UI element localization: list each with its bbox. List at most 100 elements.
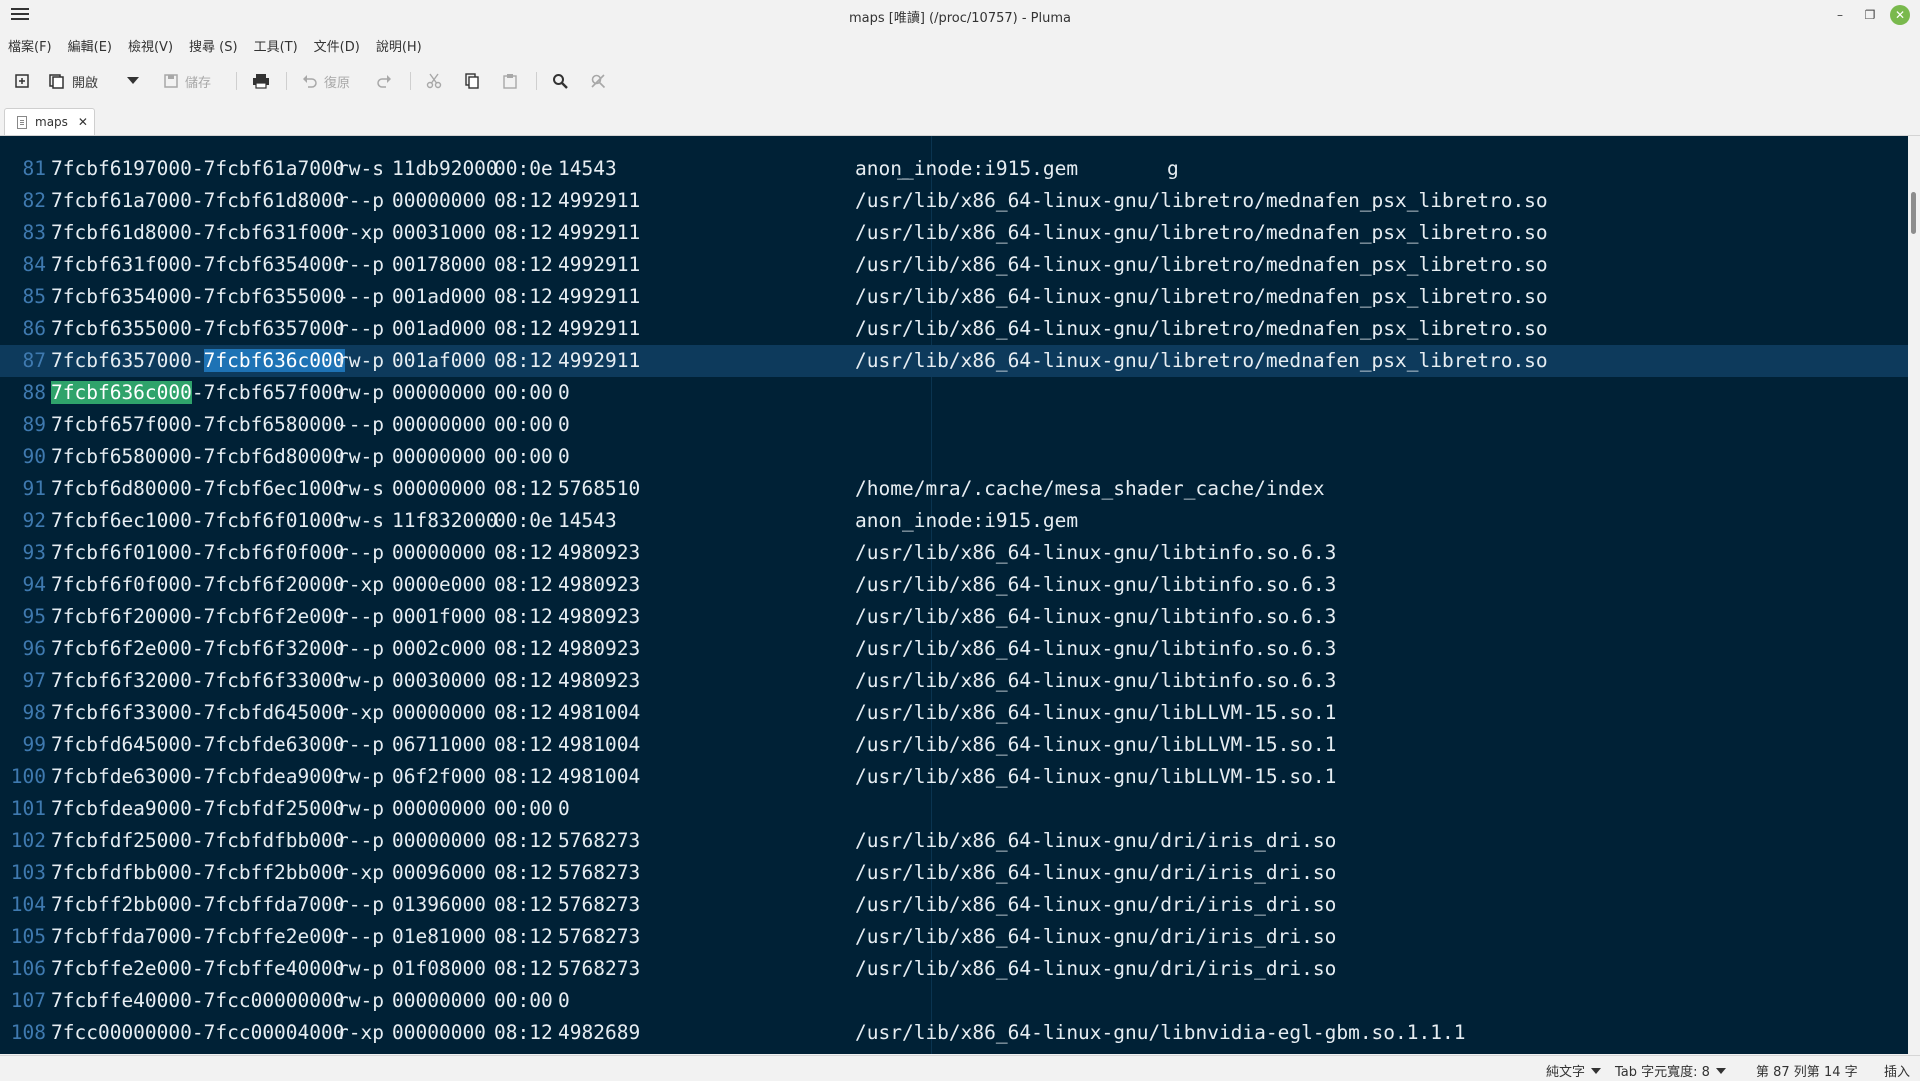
editor-line[interactable]: 103 7fcbfdfbb000-7fcbff2bb000 r-xp 00096000… xyxy=(0,857,1908,889)
editor-line[interactable]: 81 7fcbf6197000-7fcbf61a7000 rw-s 11db92000… xyxy=(0,153,1908,185)
permissions: ---p xyxy=(337,1049,384,1054)
vertical-scrollbar[interactable] xyxy=(1908,136,1920,1054)
line-number: 98 xyxy=(22,701,46,724)
device: 08:12 xyxy=(494,1021,553,1044)
device: 08:12 xyxy=(494,669,553,692)
permissions: r--p xyxy=(337,605,384,628)
editor-line[interactable]: 90 7fcbf6580000-7fcbf6d80000 rw-p 00000000 0… xyxy=(0,441,1908,473)
offset: 01f08000 xyxy=(392,957,486,980)
cut-button[interactable] xyxy=(426,69,442,93)
address-range: 7fcbf631f000-7fcbf6354000 xyxy=(51,253,345,276)
offset: 00000000 xyxy=(392,541,486,564)
minimize-icon[interactable]: – xyxy=(1830,5,1850,25)
new-document-icon xyxy=(15,74,29,88)
paste-button[interactable] xyxy=(502,69,518,93)
editor-line[interactable]: 102 7fcbfdf25000-7fcbfdfbb000 r--p 00000000… xyxy=(0,825,1908,857)
line-number: 109 xyxy=(0,1049,46,1054)
find-replace-button[interactable] xyxy=(590,69,606,93)
mapped-path: /usr/lib/x86_64-linux-gnu/dri/iris_dri.s… xyxy=(855,829,1337,852)
menu-edit[interactable]: 編輯(E) xyxy=(60,34,120,56)
tab-width-selector[interactable]: Tab 字元寬度: 8 xyxy=(1615,1061,1726,1080)
editor-line[interactable]: 108 7fcc00000000-7fcc00004000 r-xp 00000000… xyxy=(0,1017,1908,1049)
editor-line[interactable]: 82 7fcbf61a7000-7fcbf61d8000 r--p 00000000 0… xyxy=(0,185,1908,217)
device: 08:12 xyxy=(494,829,553,852)
editor-line[interactable]: 109 7fcc00004000-7fcc00204000---p 00004000… xyxy=(0,1049,1908,1054)
toolbar-separator xyxy=(536,72,537,90)
editor-line[interactable]: 98 7fcbf6f33000-7fcbfd645000 r-xp 00000000 0… xyxy=(0,697,1908,729)
editor-line[interactable]: 100 7fcbfde63000-7fcbfdea9000 rw-p 06f2f000… xyxy=(0,761,1908,793)
cut-icon xyxy=(426,73,442,89)
undo-label: 復原 xyxy=(324,75,351,91)
find-button[interactable] xyxy=(552,69,568,93)
permissions: r--p xyxy=(337,541,384,564)
editor-line[interactable]: 89 7fcbf657f000-7fcbf6580000 ---p 00000000 0… xyxy=(0,409,1908,441)
save-button[interactable]: 儲存 xyxy=(163,69,211,93)
offset: 11f832000 xyxy=(392,509,498,532)
device: 00:0e xyxy=(494,157,553,180)
editor-line[interactable]: 105 7fcbffda7000-7fcbffe2e000 r--p 01e81000… xyxy=(0,921,1908,953)
redo-button[interactable] xyxy=(376,69,392,93)
editor-line[interactable]: 86 7fcbf6355000-7fcbf6357000 r--p 001ad000 0… xyxy=(0,313,1908,345)
editor-line[interactable]: 93 7fcbf6f01000-7fcbf6f0f000 r--p 00000000 0… xyxy=(0,537,1908,569)
mapped-path: /usr/lib/x86_64-linux-gnu/libLLVM-15.so.… xyxy=(855,701,1337,724)
editor-line[interactable]: 88 7fcbf636c000-7fcbf657f000 rw-p 00000000 0… xyxy=(0,377,1908,409)
editor-line[interactable]: 84 7fcbf631f000-7fcbf6354000 r--p 00178000 0… xyxy=(0,249,1908,281)
address-range: 7fcbf6580000-7fcbf6d80000 xyxy=(51,445,345,468)
editor-line[interactable]: 107 7fcbffe40000-7fcc00000000 rw-p 00000000… xyxy=(0,985,1908,1017)
menu-documents[interactable]: 文件(D) xyxy=(306,34,368,56)
print-button[interactable] xyxy=(252,69,270,93)
language-selector[interactable]: 純文字 xyxy=(1546,1061,1602,1080)
editor-line[interactable]: 106 7fcbffe2e000-7fcbffe40000 rw-p 01f08000… xyxy=(0,953,1908,985)
restore-icon[interactable]: ❐ xyxy=(1860,5,1880,25)
address-range: 7fcbf6355000-7fcbf6357000 xyxy=(51,317,345,340)
line-number: 94 xyxy=(22,573,46,596)
offset: 00000000 xyxy=(392,829,486,852)
editor-line[interactable]: 95 7fcbf6f20000-7fcbf6f2e000 r--p 0001f000 0… xyxy=(0,601,1908,633)
scrollbar-thumb[interactable] xyxy=(1911,192,1916,234)
copy-button[interactable] xyxy=(464,69,480,93)
editor-line[interactable]: 91 7fcbf6d80000-7fcbf6ec1000 rw-s 00000000 0… xyxy=(0,473,1908,505)
address-range: 7fcbfd645000-7fcbfde63000 xyxy=(51,733,345,756)
inode: 4992911 xyxy=(558,285,641,308)
close-tab-icon[interactable]: ✕ xyxy=(78,115,88,129)
editor-line[interactable]: 96 7fcbf6f2e000-7fcbf6f32000 r--p 0002c000 0… xyxy=(0,633,1908,665)
offset: 01e81000 xyxy=(392,925,486,948)
menu-view[interactable]: 檢視(V) xyxy=(120,34,181,56)
line-number: 91 xyxy=(22,477,46,500)
editor-line[interactable]: 87 7fcbf6357000-7fcbf636c000 rw-p 001af000 0… xyxy=(0,345,1908,377)
device: 08:12 xyxy=(494,925,553,948)
undo-button[interactable]: 復原 xyxy=(302,69,350,93)
toolbar-separator xyxy=(286,72,287,90)
close-icon[interactable]: ✕ xyxy=(1890,5,1910,25)
editor-line[interactable]: 99 7fcbfd645000-7fcbfde63000 r--p 06711000 0… xyxy=(0,729,1908,761)
tab-maps[interactable]: maps ✕ xyxy=(4,108,95,135)
address-range: 7fcbf6d80000-7fcbf6ec1000 xyxy=(51,477,345,500)
menu-help[interactable]: 說明(H) xyxy=(368,34,430,56)
inode: 5768273 xyxy=(558,925,641,948)
search-icon xyxy=(553,74,568,89)
menu-search[interactable]: 搜尋 (S) xyxy=(181,34,246,56)
editor-line[interactable]: 97 7fcbf6f32000-7fcbf6f33000 rw-p 00030000 0… xyxy=(0,665,1908,697)
line-number: 105 xyxy=(10,925,46,948)
menu-file[interactable]: 檔案(F) xyxy=(0,34,60,56)
editor-line[interactable]: 104 7fcbff2bb000-7fcbffda7000 r--p 01396000… xyxy=(0,889,1908,921)
address-range: 7fcbf6f2e000-7fcbf6f32000 xyxy=(51,637,345,660)
offset: 001ad000 xyxy=(392,317,486,340)
editor-line[interactable]: 94 7fcbf6f0f000-7fcbf6f20000 r-xp 0000e000 0… xyxy=(0,569,1908,601)
address-range: 7fcbfdfbb000-7fcbff2bb000 xyxy=(51,861,345,884)
inode: 0 xyxy=(558,413,570,436)
offset: 00000000 xyxy=(392,413,486,436)
address-range: 7fcbfde63000-7fcbfdea9000 xyxy=(51,765,345,788)
permissions: r--p xyxy=(337,189,384,212)
recent-files-dropdown[interactable] xyxy=(127,69,139,93)
text-editor[interactable]: _ g 81 7fcbf6197000-7fcbf61a7000 rw-s 11db9… xyxy=(0,136,1908,1054)
open-button[interactable]: 開啟 xyxy=(48,69,98,93)
menu-tools[interactable]: 工具(T) xyxy=(246,34,306,56)
editor-line[interactable]: 83 7fcbf61d8000-7fcbf631f000 r-xp 00031000 0… xyxy=(0,217,1908,249)
new-document-button[interactable] xyxy=(14,69,30,93)
editor-line[interactable]: 92 7fcbf6ec1000-7fcbf6f01000 rw-s 11f832000… xyxy=(0,505,1908,537)
editor-line[interactable]: 101 7fcbfdea9000-7fcbfdf25000 rw-p 00000000… xyxy=(0,793,1908,825)
editor-line-partial: _ g xyxy=(0,136,1908,180)
line-number: 97 xyxy=(22,669,46,692)
editor-line[interactable]: 85 7fcbf6354000-7fcbf6355000 ---p 001ad000 0… xyxy=(0,281,1908,313)
